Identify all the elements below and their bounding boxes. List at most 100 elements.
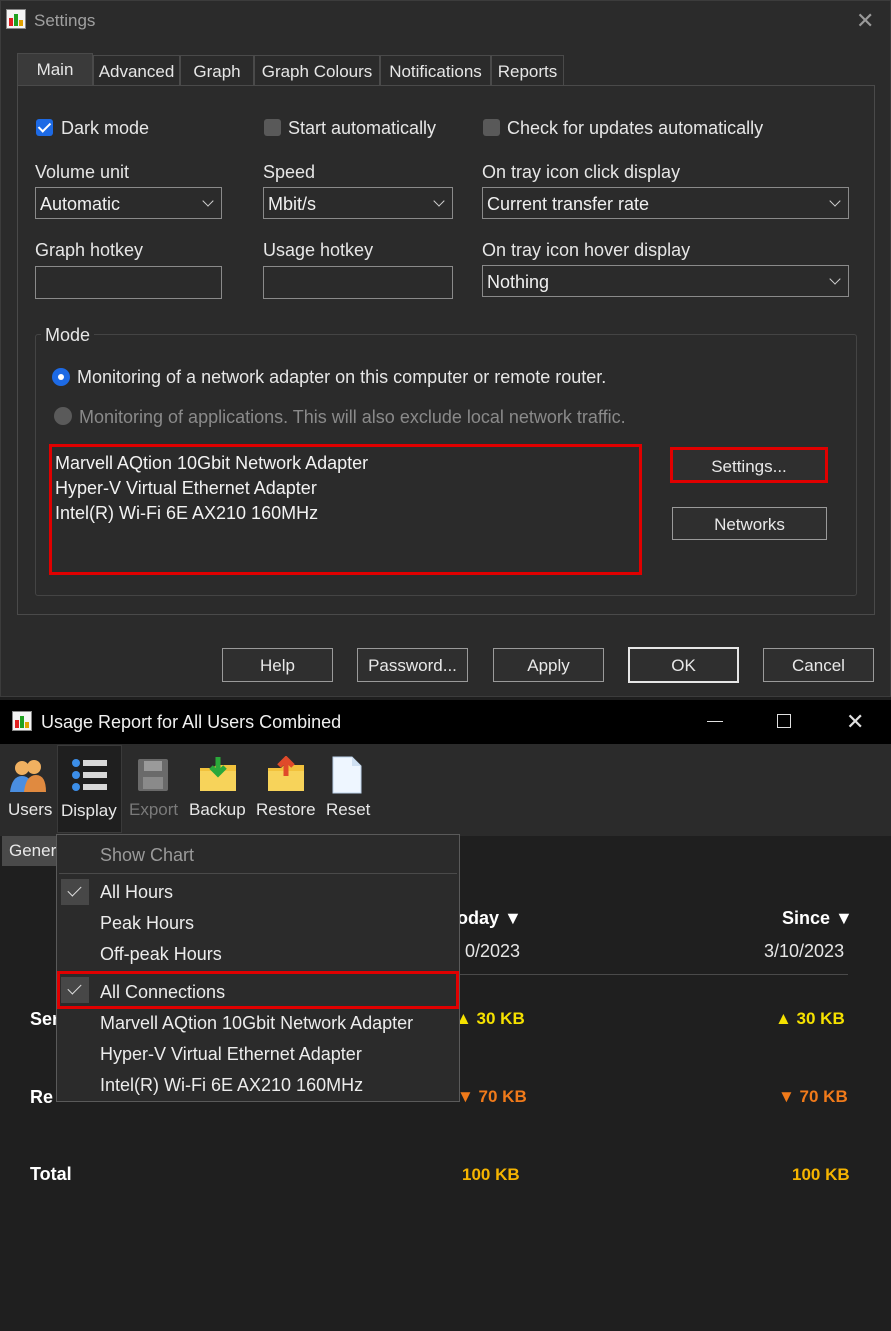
tab-notifications[interactable]: Notifications (380, 55, 491, 85)
chevron-down-icon (829, 195, 841, 207)
export-label: Export (129, 800, 179, 819)
tab-general-label: Gener (9, 841, 57, 860)
ok-button[interactable]: OK (628, 647, 739, 683)
restore-folder-icon (268, 756, 304, 791)
received-today-value: ▼ 70 KB (457, 1087, 527, 1106)
tab-reports[interactable]: Reports (491, 55, 564, 85)
cancel-button[interactable]: Cancel (763, 648, 874, 682)
chevron-down-icon (829, 273, 841, 285)
menu-item-all-connections[interactable]: All Connections (100, 982, 225, 1003)
tray-hover-value: Nothing (487, 272, 550, 292)
display-menu: Show Chart All Hours Peak Hours Off-peak… (56, 834, 460, 1102)
backup-folder-icon (200, 757, 236, 791)
divider (460, 974, 848, 975)
tab-graph[interactable]: Graph (180, 55, 254, 85)
close-icon[interactable]: ✕ (856, 10, 874, 32)
usage-hotkey-input[interactable] (263, 266, 453, 299)
report-toolbar: Users Display Export Backup Restore Rese… (0, 744, 891, 836)
minimize-icon[interactable] (707, 721, 723, 722)
help-button[interactable]: Help (222, 648, 333, 682)
mode-apps-radio[interactable] (54, 407, 72, 425)
list-item[interactable]: Intel(R) Wi-Fi 6E AX210 160MHz (55, 503, 318, 524)
mode-adapter-radio[interactable] (52, 368, 70, 386)
today-column-header[interactable]: oday ▼ (457, 908, 522, 929)
sent-label: Ser (30, 1009, 60, 1029)
reset-label: Reset (326, 800, 371, 819)
volume-unit-select[interactable]: Automatic (35, 187, 222, 219)
adapter-settings-button[interactable]: Settings... (670, 447, 828, 483)
chevron-down-icon (433, 195, 445, 207)
tray-hover-select[interactable]: Nothing (482, 265, 849, 297)
display-button[interactable]: Display (57, 745, 122, 833)
speed-label: Speed (263, 162, 316, 182)
tray-click-label: On tray icon click display (482, 162, 681, 182)
users-button[interactable]: Users (0, 744, 56, 836)
report-titlebar: Usage Report for All Users Combined ✕ (0, 700, 891, 744)
check-updates-checkbox[interactable] (483, 119, 500, 136)
tray-hover-label: On tray icon hover display (482, 240, 691, 260)
speed-select[interactable]: Mbit/s (263, 187, 453, 219)
document-icon (332, 756, 362, 794)
dark-mode-checkbox[interactable] (36, 119, 53, 136)
received-since-value: ▼ 70 KB (778, 1087, 848, 1106)
total-label: Total (30, 1164, 72, 1184)
check-icon (61, 879, 89, 905)
menu-item-adapter[interactable]: Intel(R) Wi-Fi 6E AX210 160MHz (100, 1075, 363, 1096)
display-label: Display (61, 801, 117, 820)
report-title: Usage Report for All Users Combined (41, 712, 342, 732)
usage-hotkey-label: Usage hotkey (263, 240, 374, 260)
since-date: 3/10/2023 (764, 941, 845, 961)
menu-item-peak-hours[interactable]: Peak Hours (100, 913, 194, 934)
adapter-list[interactable]: Marvell AQtion 10Gbit Network Adapter Hy… (49, 444, 642, 575)
backup-button[interactable]: Backup (187, 744, 249, 836)
list-item[interactable]: Hyper-V Virtual Ethernet Adapter (55, 478, 317, 499)
networks-button[interactable]: Networks (672, 507, 827, 540)
menu-item-adapter[interactable]: Hyper-V Virtual Ethernet Adapter (100, 1044, 362, 1065)
check-updates-label: Check for updates automatically (507, 118, 764, 138)
restore-button[interactable]: Restore (252, 744, 320, 836)
graph-hotkey-input[interactable] (35, 266, 222, 299)
dark-mode-label: Dark mode (61, 118, 150, 138)
tab-general[interactable]: Gener (2, 836, 62, 866)
users-icon (10, 760, 46, 792)
reset-button[interactable]: Reset (322, 744, 374, 836)
settings-window: Settings ✕ Main Advanced Graph Graph Col… (0, 0, 891, 697)
chevron-down-icon (202, 195, 214, 207)
app-icon (6, 9, 26, 29)
tab-graph-colours[interactable]: Graph Colours (254, 55, 380, 85)
tray-click-value: Current transfer rate (487, 194, 650, 214)
mode-label: Mode (41, 325, 95, 346)
menu-item-all-hours[interactable]: All Hours (100, 882, 173, 903)
received-label: Re (30, 1087, 54, 1107)
start-automatically-checkbox[interactable] (264, 119, 281, 136)
since-column-header[interactable]: Since ▼ (782, 908, 853, 929)
users-label: Users (8, 800, 53, 819)
mode-adapter-label: Monitoring of a network adapter on this … (77, 367, 607, 387)
total-today-value: 100 KB (462, 1165, 520, 1184)
start-automatically-label: Start automatically (288, 118, 437, 138)
mode-apps-label: Monitoring of applications. This will al… (79, 407, 626, 427)
display-list-icon (72, 759, 107, 791)
export-button[interactable]: Export (124, 744, 184, 836)
total-since-value: 100 KB (792, 1165, 850, 1184)
maximize-icon[interactable] (777, 714, 791, 728)
menu-item-off-peak-hours[interactable]: Off-peak Hours (100, 944, 222, 965)
tab-advanced[interactable]: Advanced (93, 55, 180, 85)
speed-value: Mbit/s (268, 194, 317, 214)
list-item[interactable]: Marvell AQtion 10Gbit Network Adapter (55, 453, 368, 474)
volume-unit-value: Automatic (40, 194, 121, 214)
menu-divider (59, 873, 457, 874)
apply-button[interactable]: Apply (493, 648, 604, 682)
close-icon[interactable]: ✕ (846, 709, 864, 735)
sent-since-value: ▲ 30 KB (775, 1009, 845, 1028)
menu-item-show-chart[interactable]: Show Chart (100, 845, 194, 866)
password-button[interactable]: Password... (357, 648, 468, 682)
graph-hotkey-label: Graph hotkey (35, 240, 144, 260)
menu-item-adapter[interactable]: Marvell AQtion 10Gbit Network Adapter (100, 1013, 413, 1034)
window-title: Settings (34, 11, 96, 30)
today-date: 0/2023 (465, 941, 521, 961)
check-icon (61, 977, 89, 1003)
tab-main[interactable]: Main (17, 53, 93, 86)
tray-click-select[interactable]: Current transfer rate (482, 187, 849, 219)
floppy-disk-icon (138, 759, 168, 791)
